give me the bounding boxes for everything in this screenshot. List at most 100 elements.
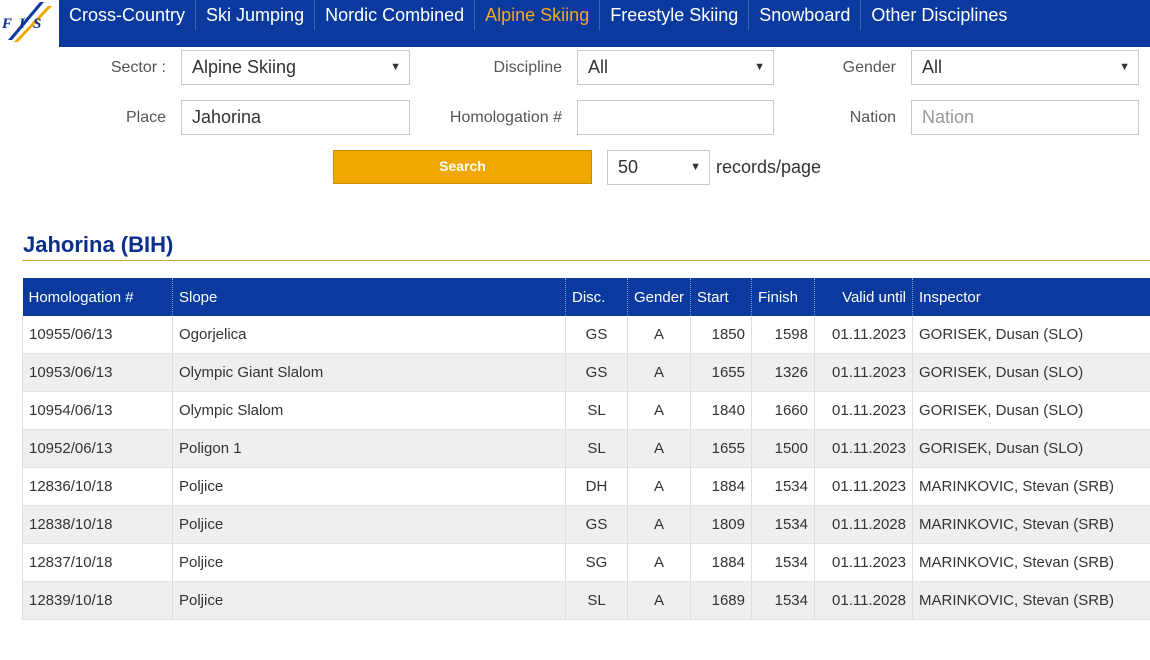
nav-item-other-disciplines[interactable]: Other Disciplines (860, 0, 1017, 30)
records-per-page-label: records/page (716, 157, 822, 177)
cell-inspector: MARINKOVIC, Stevan (SRB) (912, 505, 1150, 544)
nav-item-cross-country[interactable]: Cross-Country (59, 0, 195, 30)
column-header-gender[interactable]: Gender (627, 278, 691, 316)
gender-select-value: All (922, 57, 943, 77)
cell-gender: A (627, 429, 691, 468)
place-input[interactable]: Jahorina (181, 100, 410, 135)
cell-inspector: MARINKOVIC, Stevan (SRB) (912, 581, 1150, 620)
cell-gender: A (627, 391, 691, 430)
table-row[interactable]: 10954/06/13 Olympic Slalom SL A 1840 1660 01.1… (22, 391, 1150, 430)
nation-input[interactable]: Nation (911, 100, 1139, 135)
cell-discipline: SL (565, 429, 628, 468)
column-header-finish[interactable]: Finish (751, 278, 815, 316)
cell-gender: A (627, 581, 691, 620)
cell-slope-name: Poljice (172, 581, 566, 620)
table-body: 10955/06/13 Ogorjelica GS A 1850 1598 01.11.20… (22, 316, 1150, 620)
homologation-table: Homologation # Slope Disc. Gender Start Finis… (22, 278, 1150, 620)
cell-valid-until: 01.11.2023 (814, 391, 913, 430)
records-per-page-value: 50 (618, 157, 639, 177)
cell-discipline: SG (565, 543, 628, 582)
svg-text:F: F (1, 16, 12, 32)
cell-valid-until: 01.11.2028 (814, 505, 913, 544)
gender-label: Gender (842, 59, 896, 76)
cell-finish-altitude: 1534 (751, 543, 815, 582)
cell-valid-until: 01.11.2023 (814, 316, 913, 354)
cell-gender: A (627, 505, 691, 544)
cell-homologation-number: 10953/06/13 (22, 353, 173, 392)
cell-homologation-number: 12837/10/18 (22, 543, 173, 582)
search-button[interactable]: Search (333, 150, 592, 184)
cell-finish-altitude: 1534 (751, 467, 815, 506)
cell-valid-until: 01.11.2023 (814, 353, 913, 392)
table-row[interactable]: 10953/06/13 Olympic Giant Slalom GS A 1655 13… (22, 353, 1150, 392)
cell-inspector: MARINKOVIC, Stevan (SRB) (912, 543, 1150, 582)
fis-logo[interactable]: F I S (0, 0, 59, 47)
table-row[interactable]: 10952/06/13 Poligon 1 SL A 1655 1500 01.11.202… (22, 429, 1150, 468)
table-row[interactable]: 12839/10/18 Poljice SL A 1689 1534 01.11.2028 M… (22, 581, 1150, 620)
table-header-row: Homologation # Slope Disc. Gender Start Finis… (22, 278, 1150, 316)
sector-select[interactable]: Alpine Skiing ▼ (181, 50, 410, 85)
nav-item-nordic-combined[interactable]: Nordic Combined (314, 0, 474, 30)
column-header-start[interactable]: Start (690, 278, 752, 316)
chevron-down-icon: ▼ (690, 161, 701, 173)
fis-logo-icon: F I S (1, 2, 52, 42)
cell-gender: A (627, 353, 691, 392)
column-header-disc[interactable]: Disc. (565, 278, 628, 316)
discipline-select-value: All (588, 57, 609, 77)
cell-discipline: SL (565, 581, 628, 620)
nav-item-snowboard[interactable]: Snowboard (748, 0, 860, 30)
cell-homologation-number: 12838/10/18 (22, 505, 173, 544)
table-row[interactable]: 12836/10/18 Poljice DH A 1884 1534 01.11.2023 M… (22, 467, 1150, 506)
nav-item-alpine-skiing[interactable]: Alpine Skiing (474, 0, 599, 30)
place-title: Jahorina (BIH) (23, 232, 174, 257)
cell-start-altitude: 1850 (690, 316, 752, 354)
cell-homologation-number: 12839/10/18 (22, 581, 173, 620)
cell-slope-name: Olympic Slalom (172, 391, 566, 430)
cell-homologation-number: 10955/06/13 (22, 316, 173, 354)
cell-start-altitude: 1809 (690, 505, 752, 544)
table-row[interactable]: 10955/06/13 Ogorjelica GS A 1850 1598 01.11.20… (22, 316, 1150, 354)
cell-inspector: GORISEK, Dusan (SLO) (912, 316, 1150, 354)
top-navigation: F I S Cross-Country Ski Jumping Nordic Com… (0, 0, 1150, 47)
cell-homologation-number: 10954/06/13 (22, 391, 173, 430)
cell-start-altitude: 1884 (690, 467, 752, 506)
cell-homologation-number: 10952/06/13 (22, 429, 173, 468)
cell-homologation-number: 12836/10/18 (22, 467, 173, 506)
cell-start-altitude: 1655 (690, 353, 752, 392)
cell-valid-until: 01.11.2023 (814, 429, 913, 468)
cell-slope-name: Poligon 1 (172, 429, 566, 468)
column-header-homologation[interactable]: Homologation # (22, 278, 173, 316)
cell-gender: A (627, 543, 691, 582)
place-label: Place (125, 109, 166, 126)
cell-finish-altitude: 1326 (751, 353, 815, 392)
cell-slope-name: Olympic Giant Slalom (172, 353, 566, 392)
cell-slope-name: Poljice (172, 505, 566, 544)
nav-item-ski-jumping[interactable]: Ski Jumping (195, 0, 314, 30)
cell-gender: A (627, 316, 691, 354)
nav-item-freestyle-skiing[interactable]: Freestyle Skiing (599, 0, 748, 30)
title-divider (22, 260, 1150, 261)
discipline-select[interactable]: All ▼ (577, 50, 774, 85)
cell-inspector: MARINKOVIC, Stevan (SRB) (912, 467, 1150, 506)
sector-select-value: Alpine Skiing (192, 57, 297, 77)
cell-start-altitude: 1655 (690, 429, 752, 468)
column-header-slope[interactable]: Slope (172, 278, 566, 316)
column-header-valid-until[interactable]: Valid until (814, 278, 913, 316)
cell-valid-until: 01.11.2023 (814, 543, 913, 582)
homologation-input[interactable] (577, 100, 774, 135)
cell-finish-altitude: 1500 (751, 429, 815, 468)
chevron-down-icon: ▼ (754, 61, 765, 73)
cell-inspector: GORISEK, Dusan (SLO) (912, 391, 1150, 430)
column-header-inspector[interactable]: Inspector (912, 278, 1150, 316)
table-row[interactable]: 12837/10/18 Poljice SG A 1884 1534 01.11.2023 M… (22, 543, 1150, 582)
table-row[interactable]: 12838/10/18 Poljice GS A 1809 1534 01.11.2028 M… (22, 505, 1150, 544)
cell-start-altitude: 1689 (690, 581, 752, 620)
chevron-down-icon: ▼ (390, 61, 401, 73)
cell-finish-altitude: 1534 (751, 505, 815, 544)
cell-valid-until: 01.11.2023 (814, 467, 913, 506)
gender-select[interactable]: All ▼ (911, 50, 1139, 85)
cell-valid-until: 01.11.2028 (814, 581, 913, 620)
cell-start-altitude: 1840 (690, 391, 752, 430)
cell-inspector: GORISEK, Dusan (SLO) (912, 353, 1150, 392)
records-per-page-select[interactable]: 50 ▼ (607, 150, 710, 185)
